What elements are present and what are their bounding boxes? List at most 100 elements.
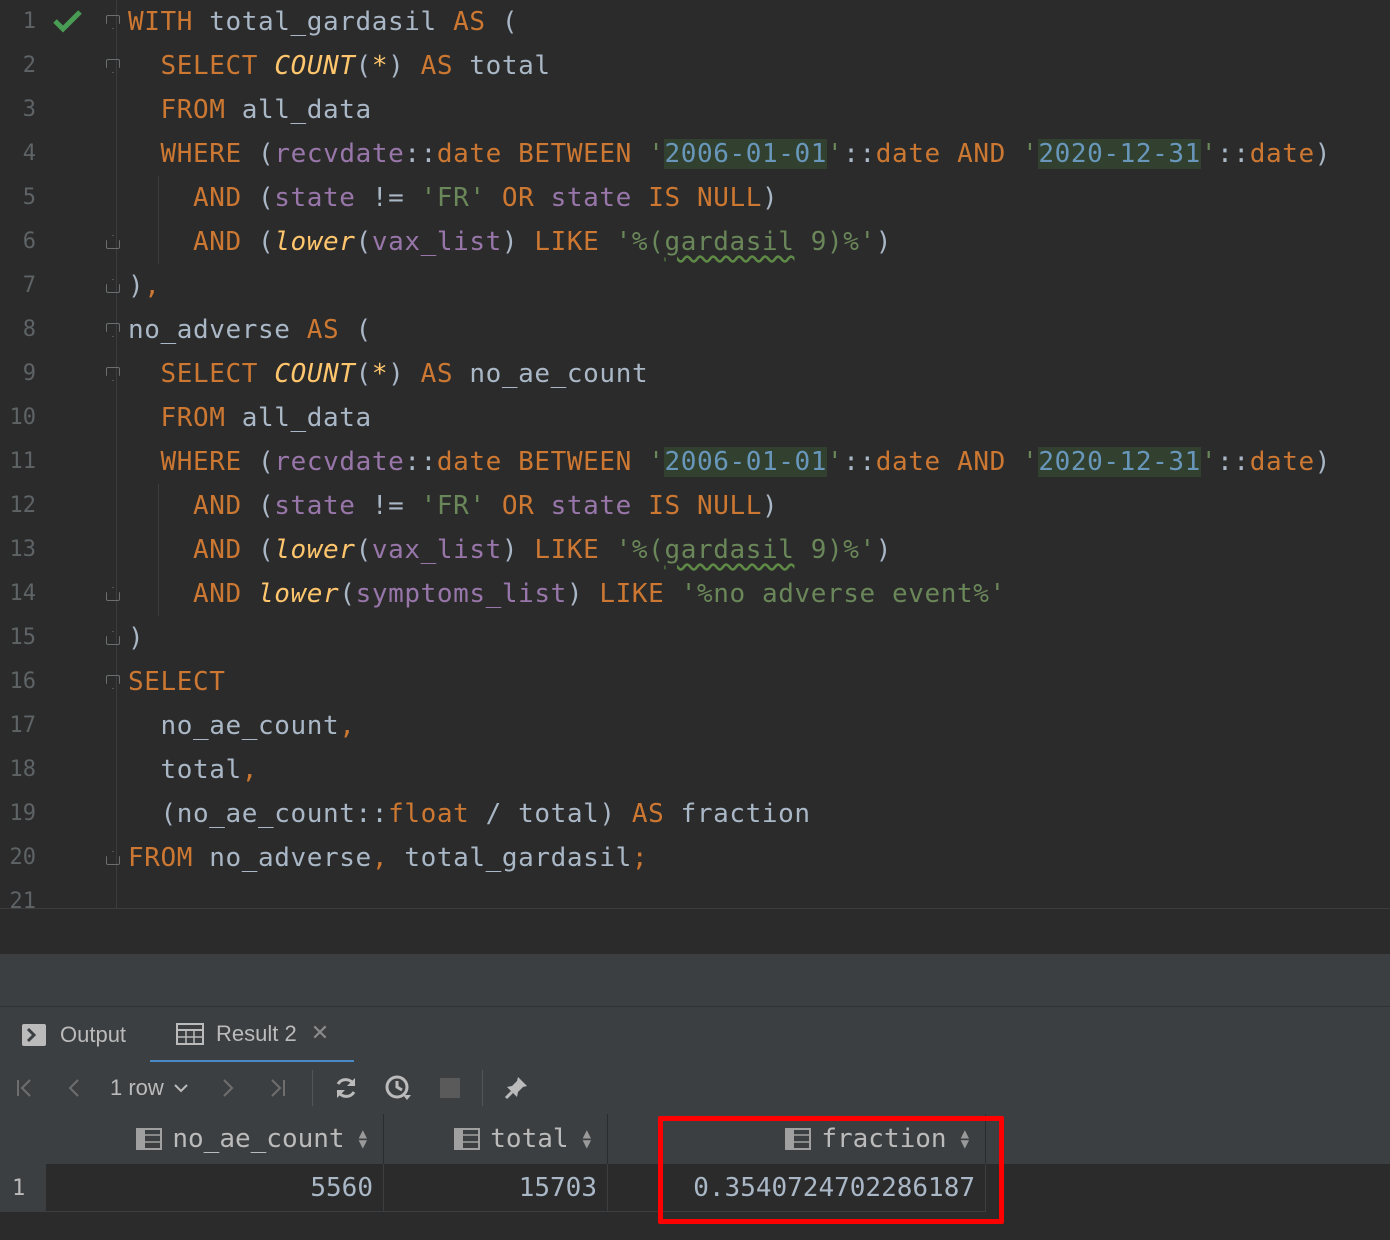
code-line[interactable]: 1 WITH total_gardasil AS (: [0, 0, 1390, 44]
fold-marker-icon[interactable]: [106, 15, 120, 29]
code-token: ): [128, 271, 145, 301]
code-token: ,: [144, 271, 161, 301]
results-tab-bar: Output Result 2 ✕: [0, 1006, 1390, 1064]
first-page-icon[interactable]: [8, 1072, 40, 1104]
code-token: ): [566, 579, 600, 609]
code-token: COUNT: [274, 51, 356, 81]
code-line[interactable]: 20 FROM no_adverse, total_gardasil;: [0, 836, 1390, 880]
next-page-icon[interactable]: [212, 1072, 244, 1104]
code-line[interactable]: 9 SELECT COUNT(*) AS no_ae_count: [0, 352, 1390, 396]
code-line[interactable]: 7),: [0, 264, 1390, 308]
check-icon: [52, 8, 84, 34]
code-text: no_adverse AS (: [128, 308, 372, 352]
last-page-icon[interactable]: [262, 1072, 294, 1104]
code-token: BETWEEN: [518, 447, 632, 477]
code-line[interactable]: 11 WHERE (recvdate::date BETWEEN '2006-0…: [0, 440, 1390, 484]
tab-output[interactable]: Output: [22, 1007, 142, 1063]
code-line[interactable]: 21: [0, 880, 1390, 908]
code-token: recvdate: [274, 139, 405, 169]
code-line[interactable]: 5 AND (state != 'FR' OR state IS NULL): [0, 176, 1390, 220]
fold-marker-icon[interactable]: [106, 851, 120, 865]
code-token: (: [355, 535, 372, 565]
column-header-total[interactable]: total ▲ ▼: [384, 1114, 608, 1164]
code-token: AND: [193, 579, 242, 609]
code-line[interactable]: 17 no_ae_count,: [0, 704, 1390, 748]
fold-marker-icon[interactable]: [106, 631, 120, 645]
code-token: 9)%': [794, 535, 876, 565]
fold-marker-icon[interactable]: [106, 675, 120, 689]
sort-icon[interactable]: ▲ ▼: [359, 1127, 367, 1151]
panel-splitter[interactable]: [0, 908, 1390, 955]
row-count-select[interactable]: 1 row: [110, 1072, 190, 1104]
line-number: 18: [9, 757, 37, 782]
code-token: vax_list: [371, 227, 502, 257]
fold-marker-icon[interactable]: [106, 323, 120, 337]
code-text: WHERE (recvdate::date BETWEEN '2006-01-0…: [128, 132, 1331, 176]
column-header-no-ae-count[interactable]: no_ae_count ▲ ▼: [46, 1114, 384, 1164]
code-line[interactable]: 3 FROM all_data: [0, 88, 1390, 132]
fold-marker-icon[interactable]: [106, 59, 120, 73]
row-number[interactable]: 1: [0, 1164, 46, 1212]
tab-result-2[interactable]: Result 2 ✕: [150, 1007, 354, 1063]
code-line[interactable]: 13 AND (lower(vax_list) LIKE '%(gardasil…: [0, 528, 1390, 572]
code-token: AS: [420, 51, 454, 81]
fold-marker-icon[interactable]: [106, 367, 120, 381]
sql-editor[interactable]: 1 WITH total_gardasil AS (2 SELECT COUNT(…: [0, 0, 1390, 908]
table-cell[interactable]: 15703: [384, 1164, 608, 1212]
fold-marker-icon[interactable]: [106, 235, 120, 249]
code-token: WHERE: [160, 447, 242, 477]
fold-marker-icon[interactable]: [106, 279, 120, 293]
line-number: 21: [9, 889, 37, 908]
line-number: 9: [22, 361, 36, 386]
fold-marker-icon[interactable]: [106, 587, 120, 601]
table-cell[interactable]: 5560: [46, 1164, 384, 1212]
history-icon[interactable]: [382, 1072, 414, 1104]
indent-guide: [158, 484, 159, 616]
close-icon[interactable]: ✕: [311, 1021, 329, 1046]
code-token: no_adverse: [128, 315, 307, 345]
code-line[interactable]: 10 FROM all_data: [0, 396, 1390, 440]
sort-icon[interactable]: ▲ ▼: [583, 1127, 591, 1151]
code-line[interactable]: 15): [0, 616, 1390, 660]
code-line[interactable]: 16 SELECT: [0, 660, 1390, 704]
code-token: ': [648, 139, 665, 169]
code-token: ): [388, 359, 421, 389]
code-token: 2020-12-31: [1038, 447, 1201, 477]
code-token: AND: [193, 491, 242, 521]
code-line[interactable]: 4 WHERE (recvdate::date BETWEEN '2006-01…: [0, 132, 1390, 176]
prev-page-icon[interactable]: [58, 1072, 90, 1104]
stop-icon[interactable]: [434, 1072, 466, 1104]
code-token: float: [388, 799, 470, 829]
refresh-icon[interactable]: [330, 1072, 362, 1104]
code-token: date: [436, 447, 502, 477]
code-token: all_data: [225, 403, 372, 433]
code-line[interactable]: 2 SELECT COUNT(*) AS total: [0, 44, 1390, 88]
code-token: ': [1022, 139, 1039, 169]
code-text: FROM no_adverse, total_gardasil;: [128, 836, 648, 880]
code-line[interactable]: 19 (no_ae_count::float / total) AS fract…: [0, 792, 1390, 836]
code-line[interactable]: 6 AND (lower(vax_list) LIKE '%(gardasil …: [0, 220, 1390, 264]
code-token: state: [550, 491, 632, 521]
code-text: total,: [128, 748, 258, 792]
code-text: WITH total_gardasil AS (: [128, 0, 518, 44]
code-line[interactable]: 12 AND (state != 'FR' OR state IS NULL): [0, 484, 1390, 528]
code-token: ,: [241, 755, 259, 785]
code-line[interactable]: 14 AND lower(symptoms_list) LIKE '%no ad…: [0, 572, 1390, 616]
tab-output-label: Output: [60, 1022, 127, 1047]
code-token: ': [1022, 447, 1039, 477]
line-number: 15: [9, 625, 37, 650]
code-token: AS: [306, 315, 340, 345]
code-token: !=: [355, 183, 421, 213]
pin-icon[interactable]: [500, 1072, 532, 1104]
code-line[interactable]: 18 total,: [0, 748, 1390, 792]
code-token: ::: [1217, 447, 1250, 477]
code-line[interactable]: 8 no_adverse AS (: [0, 308, 1390, 352]
